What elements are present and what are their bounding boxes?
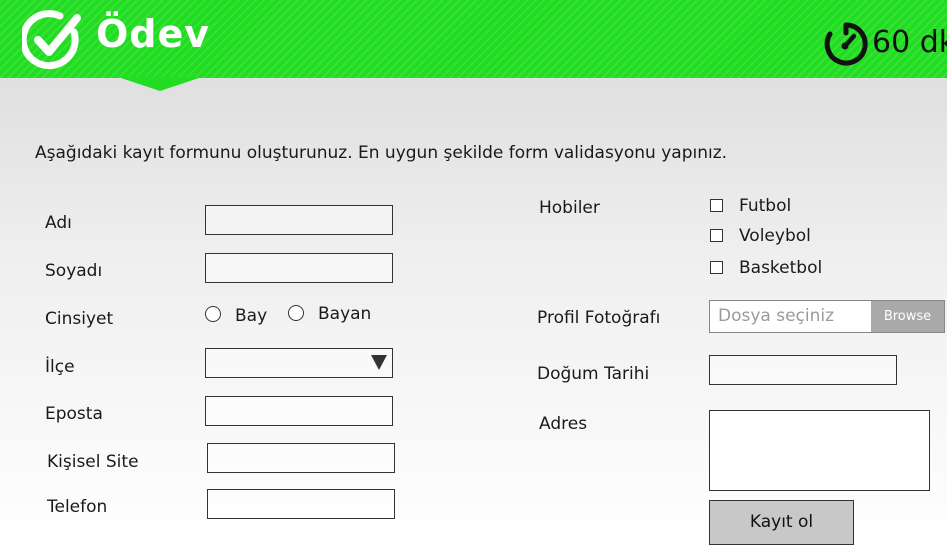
timer-label: 60 dk <box>872 25 947 60</box>
browse-button[interactable]: Browse <box>871 301 944 332</box>
website-label: Kişisel Site <box>47 452 139 472</box>
hobby-option-basketbol: Basketbol <box>739 258 823 278</box>
header-notch <box>118 77 202 91</box>
gender-radio-bay[interactable] <box>205 306 221 322</box>
header-bar: Ödev 60 dk <box>0 0 947 78</box>
birthdate-label: Doğum Tarihi <box>537 364 650 384</box>
name-label: Adı <box>45 213 72 233</box>
photo-label: Profil Fotoğrafı <box>537 308 661 328</box>
gender-radio-bayan[interactable] <box>288 305 304 321</box>
check-circle-icon <box>22 10 81 70</box>
hobby-checkbox-basketbol[interactable] <box>710 261 723 274</box>
phone-input[interactable] <box>207 489 395 519</box>
hobby-checkbox-futbol[interactable] <box>710 199 723 212</box>
address-label: Adres <box>539 414 588 434</box>
gender-option-bay: Bay <box>235 306 268 326</box>
gender-option-bayan: Bayan <box>318 304 372 324</box>
phone-label: Telefon <box>47 497 108 517</box>
photo-placeholder: Dosya seçiniz <box>718 306 835 326</box>
hobbies-label: Hobiler <box>539 198 600 218</box>
instruction-text: Aşağıdaki kayıt formunu oluşturunuz. En … <box>35 143 728 163</box>
submit-button[interactable]: Kayıt ol <box>709 500 854 545</box>
hobby-option-voleybol: Voleybol <box>739 226 811 246</box>
brand-title: Ödev <box>96 12 211 56</box>
hobby-option-futbol: Futbol <box>739 196 792 216</box>
chevron-down-icon <box>371 355 387 370</box>
website-input[interactable] <box>207 443 395 473</box>
gender-label: Cinsiyet <box>45 309 114 329</box>
surname-input[interactable] <box>205 253 393 283</box>
email-input[interactable] <box>205 396 393 426</box>
name-input[interactable] <box>205 205 393 235</box>
surname-label: Soyadı <box>45 261 103 281</box>
hobby-checkbox-voleybol[interactable] <box>710 229 723 242</box>
district-select[interactable] <box>205 348 393 378</box>
email-label: Eposta <box>45 404 103 424</box>
birthdate-input[interactable] <box>709 355 897 385</box>
stopwatch-icon <box>824 22 868 66</box>
photo-file-input[interactable]: Dosya seçiniz Browse <box>709 300 945 333</box>
address-textarea[interactable] <box>709 410 930 491</box>
district-label: İlçe <box>45 357 75 377</box>
